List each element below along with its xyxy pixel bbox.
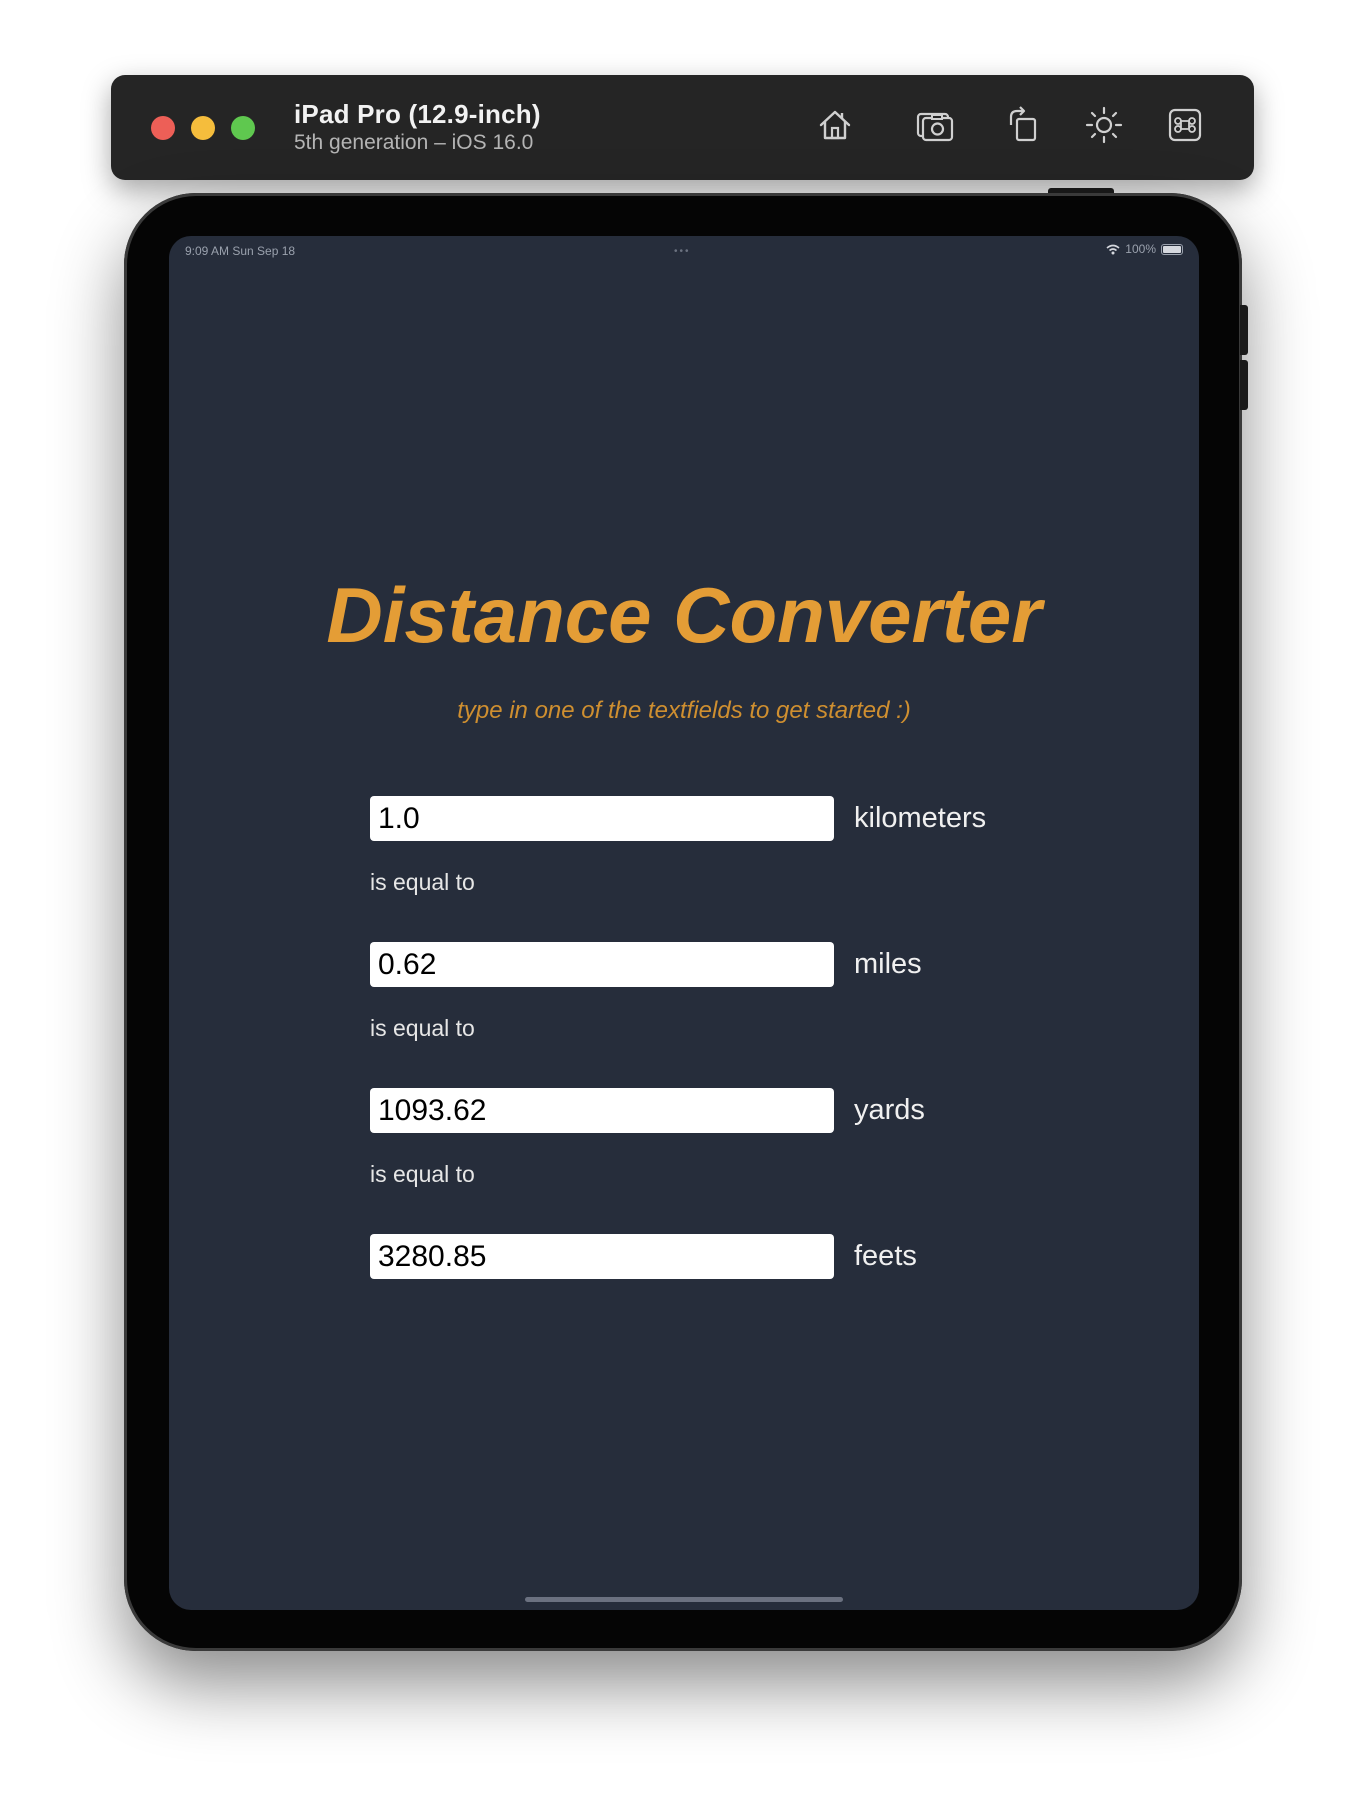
- miles-label: miles: [854, 948, 922, 980]
- appearance-icon: [1085, 106, 1123, 144]
- ipad-screen: 9:09 AM Sun Sep 18 ••• 100% Distance Con…: [169, 236, 1199, 1610]
- volume-down-button: [1240, 360, 1248, 410]
- device-name: iPad Pro (12.9-inch): [294, 99, 541, 129]
- appearance-button[interactable]: [1079, 100, 1129, 150]
- screenshot-icon: [916, 112, 954, 142]
- device-details: 5th generation – iOS 16.0: [294, 131, 534, 154]
- rotate-button[interactable]: [998, 100, 1048, 150]
- battery-percentage: 100%: [1125, 242, 1156, 256]
- wifi-icon: [1106, 244, 1120, 254]
- miles-field[interactable]: [370, 942, 834, 987]
- battery-icon: [1161, 243, 1183, 255]
- kilometers-field[interactable]: [370, 796, 834, 841]
- yards-field[interactable]: [370, 1088, 834, 1133]
- home-indicator[interactable]: [525, 1597, 843, 1602]
- home-icon: [819, 110, 851, 140]
- status-indicators: 100%: [1106, 242, 1183, 256]
- volume-up-button: [1240, 305, 1248, 355]
- command-button[interactable]: [1160, 100, 1210, 150]
- zoom-window-button[interactable]: [231, 116, 255, 140]
- equal-label-3: is equal to: [370, 1161, 475, 1187]
- home-button[interactable]: [810, 100, 860, 150]
- status-time-date: 9:09 AM Sun Sep 18: [185, 244, 296, 258]
- minimize-window-button[interactable]: [191, 116, 215, 140]
- multitasking-dots[interactable]: •••: [674, 246, 691, 257]
- feets-field[interactable]: [370, 1234, 834, 1279]
- yards-label: yards: [854, 1094, 925, 1126]
- command-icon: [1168, 108, 1202, 142]
- app-subtitle: type in one of the textfields to get sta…: [457, 697, 911, 724]
- equal-label-1: is equal to: [370, 869, 475, 895]
- feets-label: feets: [854, 1240, 917, 1272]
- close-window-button[interactable]: [151, 116, 175, 140]
- app-title: Distance Converter: [326, 571, 1042, 659]
- screenshot-button[interactable]: [910, 100, 960, 150]
- equal-label-2: is equal to: [370, 1015, 475, 1041]
- kilometers-label: kilometers: [854, 802, 987, 834]
- rotate-icon: [1009, 106, 1037, 142]
